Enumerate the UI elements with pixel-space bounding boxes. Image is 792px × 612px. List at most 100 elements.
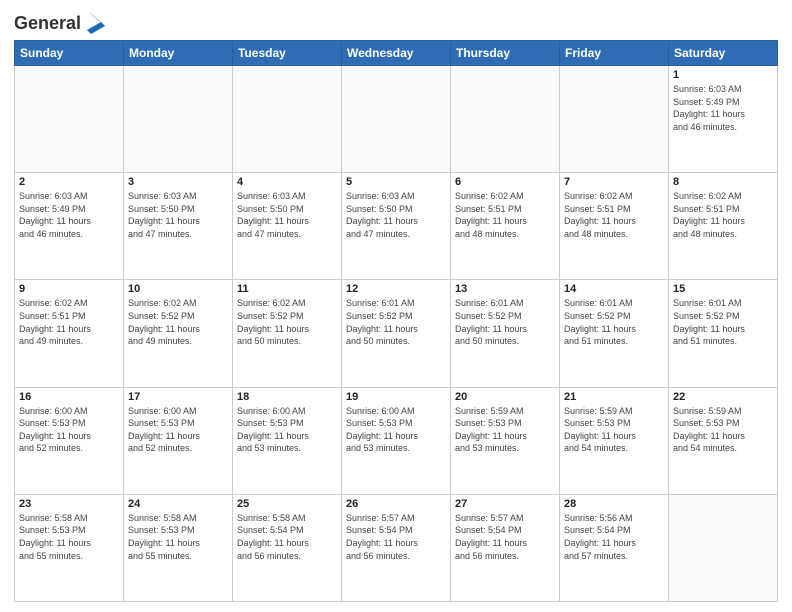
day-info: Sunrise: 6:03 AM Sunset: 5:50 PM Dayligh… — [128, 190, 228, 240]
calendar-cell — [233, 66, 342, 173]
day-number: 16 — [19, 391, 119, 403]
day-info: Sunrise: 6:00 AM Sunset: 5:53 PM Dayligh… — [19, 405, 119, 455]
calendar-cell: 3Sunrise: 6:03 AM Sunset: 5:50 PM Daylig… — [124, 173, 233, 280]
calendar-cell: 13 Sunrise: 6:01 AM Sunset: 5:52 PM Dayli… — [451, 280, 560, 387]
logo-icon — [83, 12, 105, 34]
calendar-cell — [451, 66, 560, 173]
day-number: 8 — [673, 176, 773, 188]
calendar-cell: 23 Sunrise: 5:58 AM Sunset: 5:53 PM Dayli… — [15, 494, 124, 601]
calendar-cell: 25 Sunrise: 5:58 AM Sunset: 5:54 PM Dayli… — [233, 494, 342, 601]
day-info: Sunrise: 6:02 AM Sunset: 5:51 PM Dayligh… — [455, 190, 555, 240]
calendar-cell: 26 Sunrise: 5:57 AM Sunset: 5:54 PM Dayli… — [342, 494, 451, 601]
day-info: Sunrise: 6:01 AM Sunset: 5:52 PM Dayligh… — [673, 297, 773, 347]
weekday-header-sunday: Sunday — [15, 41, 124, 66]
calendar-cell: 5 Sunrise: 6:03 AM Sunset: 5:50 PM Daylig… — [342, 173, 451, 280]
day-info: Sunrise: 6:02 AM Sunset: 5:52 PM Dayligh… — [128, 297, 228, 347]
calendar-cell: 21 Sunrise: 5:59 AM Sunset: 5:53 PM Dayli… — [560, 387, 669, 494]
weekday-header-saturday: Saturday — [669, 41, 778, 66]
day-number: 18 — [237, 391, 337, 403]
calendar-cell — [124, 66, 233, 173]
calendar-cell: 4 Sunrise: 6:03 AM Sunset: 5:50 PM Daylig… — [233, 173, 342, 280]
day-info: Sunrise: 6:02 AM Sunset: 5:51 PM Dayligh… — [673, 190, 773, 240]
day-info: Sunrise: 6:02 AM Sunset: 5:51 PM Dayligh… — [564, 190, 664, 240]
calendar-cell: 14 Sunrise: 6:01 AM Sunset: 5:52 PM Dayli… — [560, 280, 669, 387]
calendar-cell — [342, 66, 451, 173]
day-number: 1 — [673, 69, 773, 81]
day-info: Sunrise: 6:02 AM Sunset: 5:51 PM Dayligh… — [19, 297, 119, 347]
logo-text: General — [14, 14, 81, 34]
calendar-cell: 17Sunrise: 6:00 AM Sunset: 5:53 PM Dayli… — [124, 387, 233, 494]
weekday-header-wednesday: Wednesday — [342, 41, 451, 66]
logo: General — [14, 14, 105, 34]
calendar-cell: 2Sunrise: 6:03 AM Sunset: 5:49 PM Daylig… — [15, 173, 124, 280]
calendar: SundayMondayTuesdayWednesdayThursdayFrid… — [14, 40, 778, 602]
page: General SundayMondayTuesdayWednesdayThur… — [0, 0, 792, 612]
week-row-4: 23 Sunrise: 5:58 AM Sunset: 5:53 PM Dayli… — [15, 494, 778, 601]
week-row-1: 2Sunrise: 6:03 AM Sunset: 5:49 PM Daylig… — [15, 173, 778, 280]
day-info: Sunrise: 5:59 AM Sunset: 5:53 PM Dayligh… — [673, 405, 773, 455]
day-number: 28 — [564, 498, 664, 510]
day-info: Sunrise: 5:56 AM Sunset: 5:54 PM Dayligh… — [564, 512, 664, 562]
day-number: 27 — [455, 498, 555, 510]
day-info: Sunrise: 6:03 AM Sunset: 5:49 PM Dayligh… — [19, 190, 119, 240]
weekday-header-monday: Monday — [124, 41, 233, 66]
calendar-cell: 19 Sunrise: 6:00 AM Sunset: 5:53 PM Dayli… — [342, 387, 451, 494]
day-info: Sunrise: 5:57 AM Sunset: 5:54 PM Dayligh… — [346, 512, 446, 562]
weekday-header-row: SundayMondayTuesdayWednesdayThursdayFrid… — [15, 41, 778, 66]
day-number: 15 — [673, 283, 773, 295]
day-number: 19 — [346, 391, 446, 403]
day-number: 20 — [455, 391, 555, 403]
day-info: Sunrise: 6:01 AM Sunset: 5:52 PM Dayligh… — [564, 297, 664, 347]
day-info: Sunrise: 6:00 AM Sunset: 5:53 PM Dayligh… — [237, 405, 337, 455]
day-number: 5 — [346, 176, 446, 188]
day-info: Sunrise: 6:03 AM Sunset: 5:50 PM Dayligh… — [237, 190, 337, 240]
day-info: Sunrise: 5:58 AM Sunset: 5:53 PM Dayligh… — [128, 512, 228, 562]
day-info: Sunrise: 6:03 AM Sunset: 5:50 PM Dayligh… — [346, 190, 446, 240]
day-info: Sunrise: 6:00 AM Sunset: 5:53 PM Dayligh… — [346, 405, 446, 455]
day-info: Sunrise: 6:02 AM Sunset: 5:52 PM Dayligh… — [237, 297, 337, 347]
day-number: 7 — [564, 176, 664, 188]
day-number: 21 — [564, 391, 664, 403]
day-number: 26 — [346, 498, 446, 510]
day-info: Sunrise: 6:03 AM Sunset: 5:49 PM Dayligh… — [673, 83, 773, 133]
calendar-cell: 15 Sunrise: 6:01 AM Sunset: 5:52 PM Dayli… — [669, 280, 778, 387]
calendar-cell — [15, 66, 124, 173]
day-number: 12 — [346, 283, 446, 295]
week-row-2: 9 Sunrise: 6:02 AM Sunset: 5:51 PM Daylig… — [15, 280, 778, 387]
weekday-header-friday: Friday — [560, 41, 669, 66]
header: General — [14, 10, 778, 34]
day-info: Sunrise: 5:58 AM Sunset: 5:54 PM Dayligh… — [237, 512, 337, 562]
calendar-cell: 11 Sunrise: 6:02 AM Sunset: 5:52 PM Dayli… — [233, 280, 342, 387]
day-number: 9 — [19, 283, 119, 295]
day-info: Sunrise: 5:58 AM Sunset: 5:53 PM Dayligh… — [19, 512, 119, 562]
day-info: Sunrise: 5:59 AM Sunset: 5:53 PM Dayligh… — [564, 405, 664, 455]
day-number: 25 — [237, 498, 337, 510]
day-number: 4 — [237, 176, 337, 188]
calendar-cell: 7 Sunrise: 6:02 AM Sunset: 5:51 PM Daylig… — [560, 173, 669, 280]
calendar-cell — [669, 494, 778, 601]
day-number: 14 — [564, 283, 664, 295]
day-number: 10 — [128, 283, 228, 295]
day-number: 22 — [673, 391, 773, 403]
week-row-0: 1 Sunrise: 6:03 AM Sunset: 5:49 PM Daylig… — [15, 66, 778, 173]
day-info: Sunrise: 5:59 AM Sunset: 5:53 PM Dayligh… — [455, 405, 555, 455]
calendar-cell: 18 Sunrise: 6:00 AM Sunset: 5:53 PM Dayli… — [233, 387, 342, 494]
calendar-cell: 22 Sunrise: 5:59 AM Sunset: 5:53 PM Dayli… — [669, 387, 778, 494]
day-info: Sunrise: 6:01 AM Sunset: 5:52 PM Dayligh… — [455, 297, 555, 347]
calendar-cell: 27 Sunrise: 5:57 AM Sunset: 5:54 PM Dayli… — [451, 494, 560, 601]
calendar-cell: 20 Sunrise: 5:59 AM Sunset: 5:53 PM Dayli… — [451, 387, 560, 494]
day-info: Sunrise: 6:01 AM Sunset: 5:52 PM Dayligh… — [346, 297, 446, 347]
calendar-cell: 10 Sunrise: 6:02 AM Sunset: 5:52 PM Dayli… — [124, 280, 233, 387]
day-number: 24 — [128, 498, 228, 510]
day-number: 11 — [237, 283, 337, 295]
day-number: 23 — [19, 498, 119, 510]
weekday-header-tuesday: Tuesday — [233, 41, 342, 66]
calendar-cell: 28 Sunrise: 5:56 AM Sunset: 5:54 PM Dayli… — [560, 494, 669, 601]
calendar-cell: 8 Sunrise: 6:02 AM Sunset: 5:51 PM Daylig… — [669, 173, 778, 280]
day-number: 6 — [455, 176, 555, 188]
calendar-cell — [560, 66, 669, 173]
calendar-cell: 6 Sunrise: 6:02 AM Sunset: 5:51 PM Daylig… — [451, 173, 560, 280]
day-number: 13 — [455, 283, 555, 295]
day-info: Sunrise: 5:57 AM Sunset: 5:54 PM Dayligh… — [455, 512, 555, 562]
calendar-cell: 12 Sunrise: 6:01 AM Sunset: 5:52 PM Dayli… — [342, 280, 451, 387]
